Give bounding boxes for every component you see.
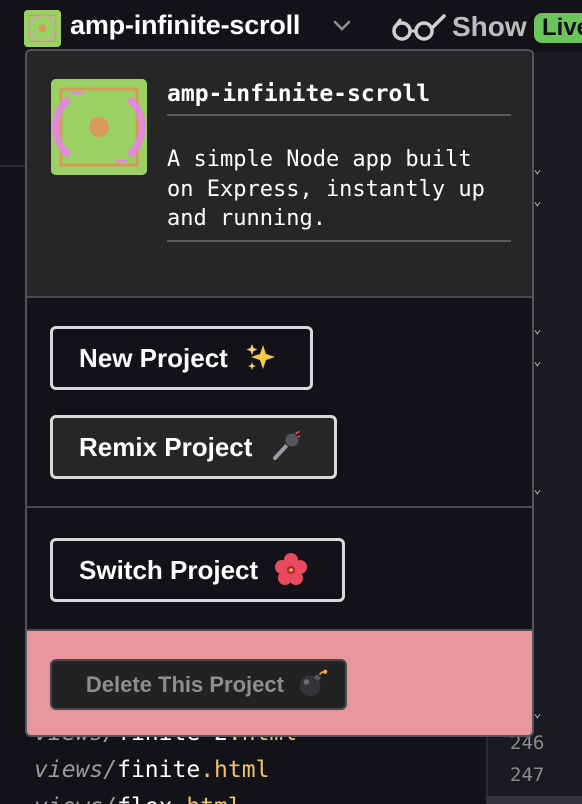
project-title: amp-infinite-scroll [167,81,511,116]
project-popover: amp-infinite-scroll A simple Node app bu… [25,49,534,737]
remix-project-button[interactable]: Remix Project [50,415,337,479]
hibiscus-icon [275,552,308,585]
new-project-button[interactable]: New Project [50,326,313,390]
file-list-item[interactable]: views/flex.html [34,794,242,804]
chevron-down-icon[interactable] [333,18,351,32]
microphone-icon [272,430,300,460]
fold-chevron-icon[interactable]: ⌄ [533,194,541,209]
delete-project-label: Delete This Project [85,672,284,697]
line-number: 247 [510,764,545,786]
remix-project-label: Remix Project [79,431,253,462]
bomb-icon [299,669,328,697]
project-avatar-art [51,79,147,175]
file-list-item[interactable]: views/finite.html [34,757,269,783]
fold-chevron-icon[interactable]: ⌄ [533,706,541,721]
fold-chevron-icon[interactable]: ⌄ [533,482,541,497]
project-description[interactable]: A simple Node app built on Express, inst… [167,145,511,242]
glasses-icon[interactable] [390,12,446,42]
fold-chevron-icon[interactable]: ⌄ [533,354,541,369]
project-avatar-large [51,79,147,175]
project-name-dropdown[interactable]: amp-infinite-scroll [70,10,300,41]
delete-project-button[interactable]: Delete This Project [50,659,347,710]
project-info-section: amp-infinite-scroll A simple Node app bu… [27,51,532,298]
danger-zone: Delete This Project [27,631,532,735]
switch-section: Switch Project [27,508,532,631]
live-badge[interactable]: Live [534,13,582,43]
top-header: amp-infinite-scroll Show Live [0,0,582,52]
show-button[interactable]: Show [452,11,527,43]
sparkles-icon [246,343,276,370]
fold-chevron-icon[interactable]: ⌄ [533,162,541,177]
switch-project-label: Switch Project [79,554,259,585]
glitch-editor: 7 8⌄ 9⌄ 0 1 2 3⌄ 4⌄ 5 6 7 8⌄ 9 0 1 2 3 4… [0,0,582,804]
project-avatar[interactable] [24,10,61,47]
switch-project-button[interactable]: Switch Project [50,538,345,602]
new-project-label: New Project [79,342,228,373]
active-line-highlight [486,796,582,804]
fold-chevron-icon[interactable]: ⌄ [533,322,541,337]
project-actions: New Project Remix Project [27,298,532,508]
project-avatar-art [24,10,61,47]
